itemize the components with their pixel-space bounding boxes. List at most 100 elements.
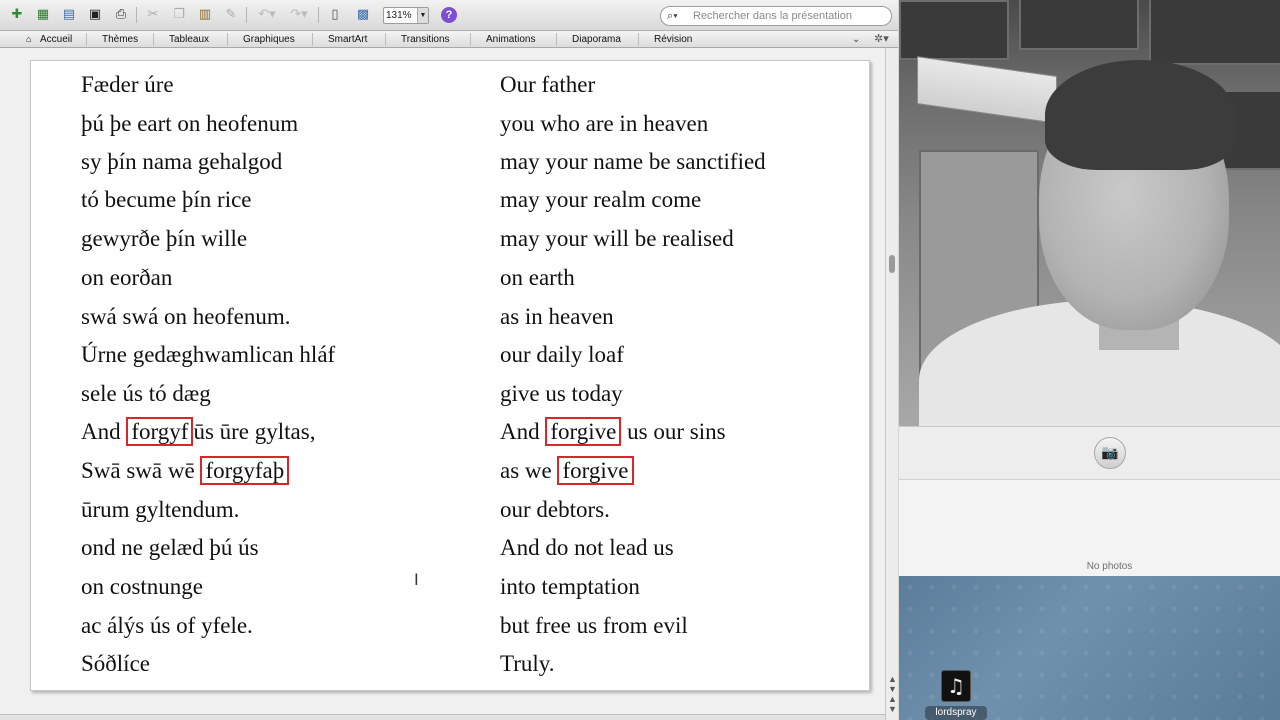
save-icon[interactable]: ▣ — [86, 6, 104, 24]
search-placeholder: Rechercher dans la présentation — [693, 10, 852, 22]
tab-divider — [227, 33, 228, 46]
toolbar-separator — [246, 7, 247, 23]
old-english-line: sele ús tó dæg — [81, 381, 211, 406]
slide[interactable]: Fæder úre þú þe eart on heofenum sy þín … — [30, 60, 870, 691]
modern-english-line: And do not lead us — [500, 535, 674, 560]
ribbon-tabs: ⌂ Accueil Thèmes Tableaux Graphiques Sma… — [0, 31, 898, 48]
tab-divider — [312, 33, 313, 46]
modern-english-line: may your name be sanctified — [500, 149, 766, 174]
line-text: Swā swā wē — [81, 458, 195, 483]
tab-themes[interactable]: Thèmes — [102, 33, 138, 46]
line-text: ūs ūre gyltas, — [193, 419, 316, 444]
paste-icon[interactable]: ▥ — [196, 6, 214, 24]
no-photos-label: No photos — [1086, 561, 1133, 572]
photo-booth-panel: 📷 No photos — [899, 426, 1280, 577]
tab-divider — [385, 33, 386, 46]
format-painter-icon[interactable]: ✎ — [222, 6, 240, 24]
camera-icon[interactable]: 📷 — [1094, 437, 1126, 469]
horizontal-scrollbar[interactable] — [0, 714, 885, 720]
old-english-line: ond ne gelæd þú ús — [81, 535, 259, 560]
home-icon: ⌂ — [26, 34, 32, 44]
tab-tableaux[interactable]: Tableaux — [169, 33, 209, 46]
modern-english-line: And forgive us our sins — [500, 417, 726, 446]
ceiling-tile — [899, 0, 1009, 60]
desktop-icon-label[interactable]: lordspray — [925, 706, 987, 720]
modern-english-line: on earth — [500, 265, 575, 290]
modern-english-line: you who are in heaven — [500, 111, 709, 136]
highlighted-word: forgyf — [126, 417, 194, 446]
redo-icon[interactable]: ↷▾ — [286, 6, 312, 24]
search-input[interactable]: ⌕▾ Rechercher dans la présentation — [660, 6, 892, 26]
vertical-scrollbar[interactable]: ▲ ▼ ▲ ▼ — [885, 48, 898, 720]
ceiling-light — [917, 56, 1057, 124]
media-browser-icon[interactable]: ▩ — [352, 6, 374, 24]
ceiling-tile — [1149, 0, 1280, 65]
sidebar-icon[interactable]: ▯ — [326, 6, 344, 24]
tab-smartart[interactable]: SmartArt — [328, 33, 367, 46]
slide-stepper-icon[interactable]: ▲ ▼ ▲ ▼ — [887, 674, 898, 714]
tab-divider — [556, 33, 557, 46]
modern-english-line: our daily loaf — [500, 342, 624, 367]
old-english-line: And forgyf ūs ūre gyltas, — [81, 417, 316, 446]
old-english-line: Úrne gedæghwamlican hláf — [81, 342, 336, 367]
cut-icon[interactable]: ✂ — [144, 6, 162, 24]
modern-english-line: may your realm come — [500, 187, 702, 212]
music-file-icon[interactable]: ♫ — [941, 670, 971, 702]
modern-english-line: give us today — [500, 381, 623, 406]
line-text: And — [81, 419, 121, 444]
old-english-line: ūrum gyltendum. — [81, 497, 240, 522]
modern-english-line: may your will be realised — [500, 226, 734, 251]
line-text: us our sins — [627, 419, 726, 444]
copy-icon[interactable]: ❐ — [170, 6, 188, 24]
old-english-line: on eorðan — [81, 265, 173, 290]
desktop-background: ♫ lordspray — [899, 576, 1280, 720]
line-text: And — [500, 419, 540, 444]
ceiling-tile — [1019, 0, 1139, 50]
toolbar-separator — [136, 7, 137, 23]
modern-english-line: Our father — [500, 72, 596, 97]
tab-diaporama[interactable]: Diaporama — [572, 33, 621, 46]
chevron-down-icon[interactable]: ▼ — [417, 8, 428, 23]
tab-revision[interactable]: Révision — [654, 33, 692, 46]
print-icon[interactable]: ⎙ — [112, 6, 130, 24]
tab-transitions[interactable]: Transitions — [401, 33, 450, 46]
gear-icon[interactable]: ✲▾ — [874, 33, 889, 46]
powerpoint-window: ✚ ▦ ▤ ▣ ⎙ ✂ ❐ ▥ ✎ ↶▾ ↷▾ ▯ ▩ 131% ▼ ? ⌕▾ … — [0, 0, 898, 720]
slide-canvas: Fæder úre þú þe eart on heofenum sy þín … — [0, 48, 885, 714]
modern-english-line: as we forgive — [500, 456, 634, 485]
line-text: as we — [500, 458, 552, 483]
old-english-line: on costnunge — [81, 574, 204, 599]
modern-english-line: our debtors. — [500, 497, 610, 522]
tab-animations[interactable]: Animations — [486, 33, 535, 46]
tab-accueil[interactable]: Accueil — [40, 33, 72, 46]
undo-icon[interactable]: ↶▾ — [254, 6, 280, 24]
search-icon: ⌕▾ — [667, 10, 678, 22]
scrollbar-thumb[interactable] — [889, 255, 895, 273]
old-english-line: sy þín nama gehalgod — [81, 149, 283, 174]
tab-graphiques[interactable]: Graphiques — [243, 33, 295, 46]
zoom-field[interactable]: 131% ▼ — [383, 7, 429, 24]
old-english-line: Sóðlíce — [81, 651, 150, 676]
collapse-ribbon-icon[interactable]: ⌄ — [852, 33, 860, 46]
gallery-icon[interactable]: ▦ — [34, 6, 52, 24]
tab-divider — [638, 33, 639, 46]
old-english-line: Fæder úre — [81, 72, 174, 97]
text-cursor-icon: I — [414, 570, 419, 589]
highlighted-word: forgive — [557, 456, 634, 485]
standard-toolbar: ✚ ▦ ▤ ▣ ⎙ ✂ ❐ ▥ ✎ ↶▾ ↷▾ ▯ ▩ 131% ▼ ? ⌕▾ … — [0, 0, 898, 31]
highlighted-word: forgyfaþ — [200, 456, 290, 485]
new-slide-icon[interactable]: ✚ — [8, 6, 26, 24]
help-button[interactable]: ? — [441, 7, 457, 23]
open-icon[interactable]: ▤ — [60, 6, 78, 24]
old-english-line: gewyrðe þín wille — [81, 226, 248, 251]
old-english-line: ac álýs ús of yfele. — [81, 613, 253, 638]
highlighted-word: forgive — [545, 417, 622, 446]
toolbar-separator — [318, 7, 319, 23]
modern-english-line: into temptation — [500, 574, 640, 599]
webcam-feed — [899, 0, 1280, 426]
old-english-line: swá swá on heofenum. — [81, 304, 291, 329]
tab-divider — [470, 33, 471, 46]
old-english-line: þú þe eart on heofenum — [81, 111, 299, 136]
tab-divider — [153, 33, 154, 46]
old-english-line: tó becume þín rice — [81, 187, 252, 212]
